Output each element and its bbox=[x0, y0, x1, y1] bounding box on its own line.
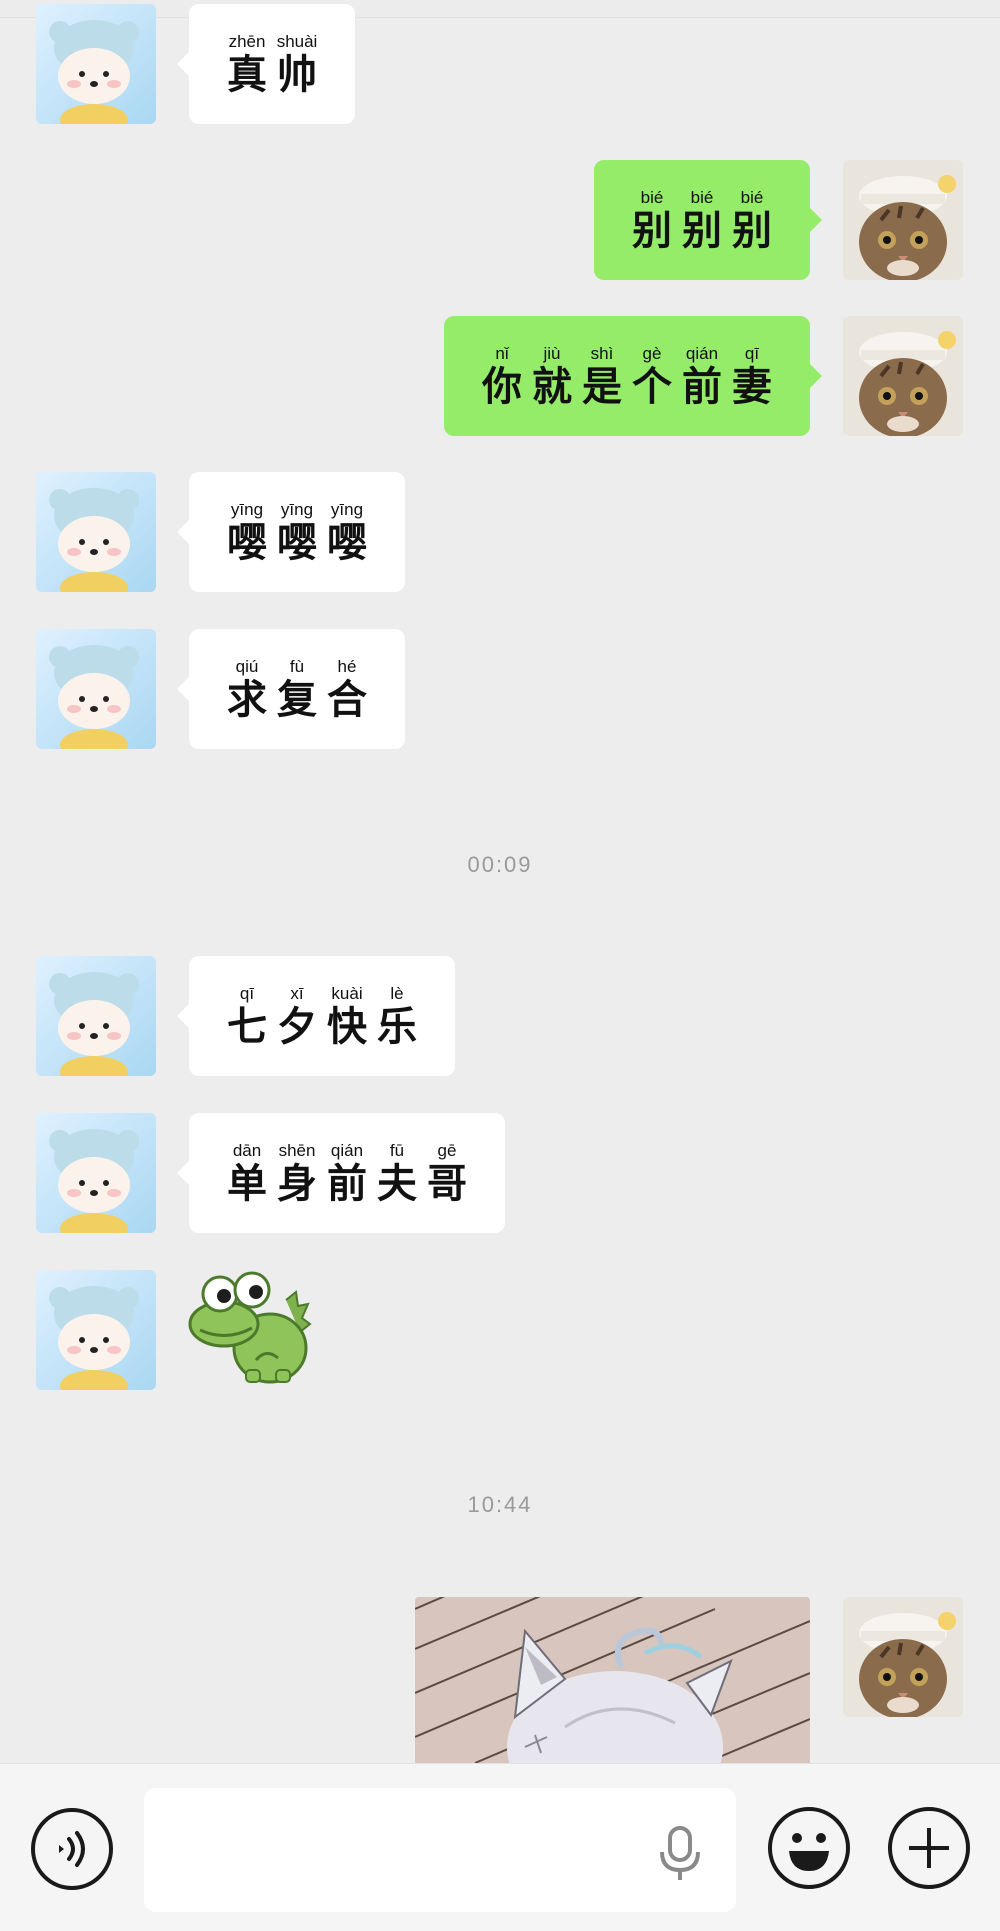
hanzi: 别 bbox=[682, 207, 722, 254]
pinyin: kuài bbox=[331, 984, 363, 1003]
pinyin: gè bbox=[642, 344, 662, 363]
pinyin: dān bbox=[232, 1141, 262, 1160]
pinyin: yīng bbox=[330, 500, 364, 519]
hanzi: 夫 bbox=[377, 1160, 417, 1207]
anime-cat-girl-image[interactable] bbox=[415, 1597, 810, 1763]
microphone-icon[interactable] bbox=[658, 1826, 702, 1882]
hanzi: 就 bbox=[532, 363, 572, 410]
pinyin: qián bbox=[330, 1141, 364, 1160]
pinyin: bié bbox=[640, 188, 664, 207]
message-bubble[interactable]: bié 别 bié 别 bié 别 bbox=[594, 160, 822, 280]
voice-input-button[interactable] bbox=[31, 1808, 113, 1890]
pinyin: hé bbox=[337, 657, 357, 676]
hanzi: 夕 bbox=[277, 1003, 317, 1050]
hanzi: 真 bbox=[227, 51, 267, 98]
pinyin: shēn bbox=[278, 1141, 316, 1160]
hanzi: 帅 bbox=[277, 51, 317, 98]
hanzi: 前 bbox=[327, 1160, 367, 1207]
message-row bbox=[0, 1270, 1000, 1390]
hanzi: 乐 bbox=[377, 1003, 417, 1050]
emoji-button[interactable] bbox=[768, 1807, 850, 1889]
message-bubble[interactable]: qī 七 xī 夕 kuài 快 lè 乐 bbox=[177, 956, 455, 1076]
pinyin: yīng bbox=[280, 500, 314, 519]
message-row: qī 七 xī 夕 kuài 快 lè 乐 bbox=[0, 956, 1000, 1076]
bear-avatar[interactable] bbox=[36, 1113, 156, 1233]
cat-avatar[interactable] bbox=[843, 1597, 963, 1717]
message-row: dān 单 shēn 身 qián 前 fū 夫 gē 哥 bbox=[0, 1113, 1000, 1233]
hanzi: 前 bbox=[682, 363, 722, 410]
bear-avatar[interactable] bbox=[36, 956, 156, 1076]
pinyin: gē bbox=[437, 1141, 457, 1160]
message-row: zhēn 真 shuài 帅 bbox=[0, 4, 1000, 124]
hanzi: 七 bbox=[227, 1003, 267, 1050]
pinyin: qī bbox=[239, 984, 255, 1003]
hanzi: 合 bbox=[327, 676, 367, 723]
message-bubble[interactable]: dān 单 shēn 身 qián 前 fū 夫 gē 哥 bbox=[177, 1113, 505, 1233]
hanzi: 别 bbox=[632, 207, 672, 254]
pinyin: qī bbox=[744, 344, 760, 363]
message-bubble[interactable]: yīng 嘤 yīng 嘤 yīng 嘤 bbox=[177, 472, 405, 592]
hanzi: 个 bbox=[632, 363, 672, 410]
bear-avatar[interactable] bbox=[36, 4, 156, 124]
emoji-icon bbox=[789, 1833, 829, 1871]
bear-avatar[interactable] bbox=[36, 472, 156, 592]
bear-avatar[interactable] bbox=[36, 1270, 156, 1390]
hanzi: 复 bbox=[277, 676, 317, 723]
hanzi: 嘤 bbox=[277, 519, 317, 566]
hanzi: 你 bbox=[482, 363, 522, 410]
hanzi: 单 bbox=[227, 1160, 267, 1207]
hanzi: 嘤 bbox=[227, 519, 267, 566]
pinyin: shuài bbox=[276, 32, 318, 51]
green-dinosaur-sticker[interactable] bbox=[186, 1270, 316, 1385]
hanzi: 快 bbox=[327, 1003, 367, 1050]
pinyin: lè bbox=[390, 984, 404, 1003]
pinyin: qiú bbox=[235, 657, 259, 676]
message-bubble[interactable]: nǐ 你 jiù 就 shì 是 gè 个 qián 前 qī 妻 bbox=[444, 316, 822, 436]
plus-button[interactable] bbox=[888, 1807, 970, 1889]
pinyin: shì bbox=[590, 344, 614, 363]
timestamp: 00:09 bbox=[467, 852, 533, 877]
message-bubble[interactable]: zhēn 真 shuài 帅 bbox=[177, 4, 355, 124]
message-row: bié 别 bié 别 bié 别 bbox=[0, 160, 1000, 280]
message-bubble[interactable]: qiú 求 fù 复 hé 合 bbox=[177, 629, 405, 749]
pinyin: bié bbox=[690, 188, 714, 207]
voice-icon bbox=[59, 1831, 85, 1867]
hanzi: 妻 bbox=[732, 363, 772, 410]
message-row: nǐ 你 jiù 就 shì 是 gè 个 qián 前 qī 妻 bbox=[0, 316, 1000, 436]
pinyin: yīng bbox=[230, 500, 264, 519]
pinyin: xī bbox=[290, 984, 304, 1003]
message-row: qiú 求 fù 复 hé 合 bbox=[0, 629, 1000, 749]
pinyin: jiù bbox=[543, 344, 561, 363]
pinyin: fù bbox=[289, 657, 305, 676]
pinyin: nǐ bbox=[495, 344, 509, 363]
pinyin: fū bbox=[389, 1141, 405, 1160]
cat-avatar[interactable] bbox=[843, 160, 963, 280]
timestamp: 10:44 bbox=[467, 1492, 533, 1517]
hanzi: 哥 bbox=[427, 1160, 467, 1207]
hanzi: 别 bbox=[732, 207, 772, 254]
pinyin: zhēn bbox=[228, 32, 266, 51]
bear-avatar[interactable] bbox=[36, 629, 156, 749]
pinyin: bié bbox=[740, 188, 764, 207]
message-input[interactable] bbox=[144, 1788, 736, 1912]
pinyin: qián bbox=[685, 344, 719, 363]
hanzi: 求 bbox=[227, 676, 267, 723]
hanzi: 身 bbox=[277, 1160, 317, 1207]
input-bar bbox=[0, 1763, 1000, 1931]
cat-avatar[interactable] bbox=[843, 316, 963, 436]
hanzi: 是 bbox=[582, 363, 622, 410]
hanzi: 嘤 bbox=[327, 519, 367, 566]
message-row: yīng 嘤 yīng 嘤 yīng 嘤 bbox=[0, 472, 1000, 592]
